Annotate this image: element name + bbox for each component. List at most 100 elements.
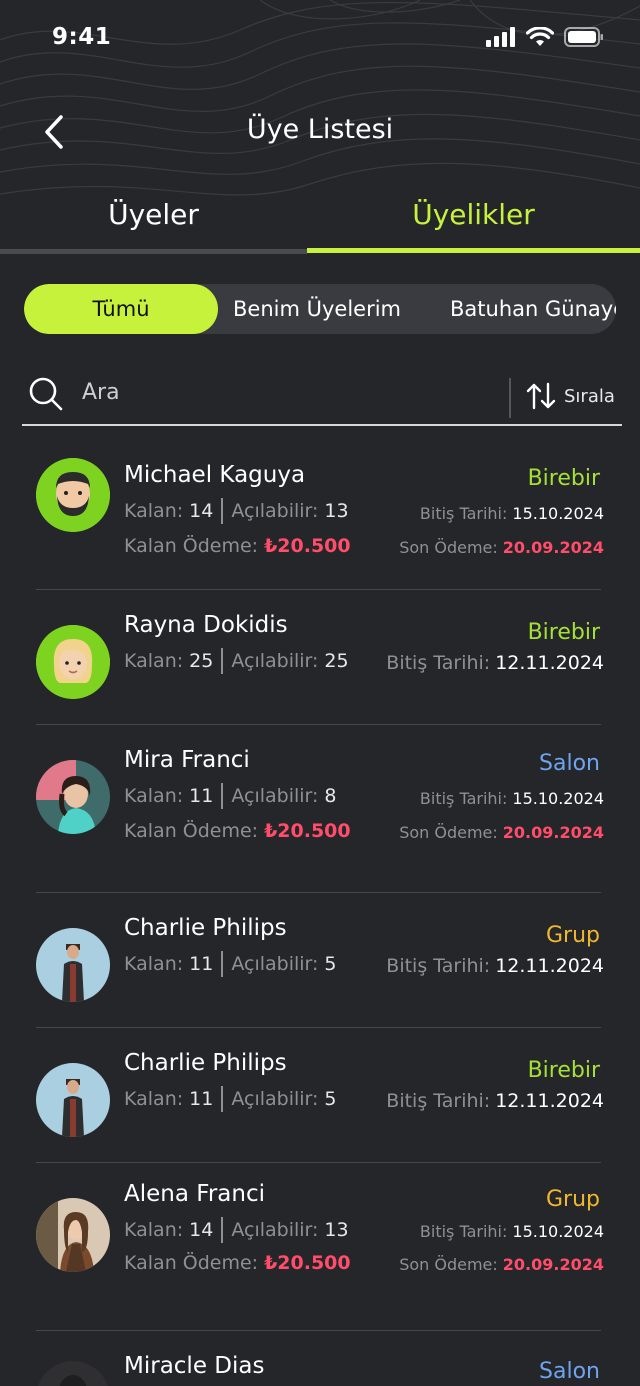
last-payment-value: 20.09.2024: [502, 538, 604, 557]
member-row[interactable]: Mira Franci Kalan: 11 Açılabilir: 8 Kala…: [0, 725, 640, 893]
tab-underline: [0, 249, 307, 254]
avatar: [36, 625, 110, 699]
member-row[interactable]: Charlie Philips Kalan: 11 Açılabilir: 5 …: [0, 1028, 640, 1163]
member-stats: Kalan: 11 Açılabilir: 5: [124, 951, 337, 977]
end-date-value: 12.11.2024: [495, 1090, 604, 1112]
member-name: Charlie Philips: [124, 1050, 287, 1076]
stat-separator: [221, 648, 224, 674]
avatar: [36, 1063, 110, 1137]
end-date-label: Bitiş Tarihi:: [419, 1222, 508, 1241]
avatar: [36, 458, 110, 532]
filter-trainer[interactable]: Batuhan Günaydın: [416, 284, 616, 334]
openable-label: Açılabilir:: [231, 500, 319, 522]
last-payment-value: 20.09.2024: [502, 823, 604, 842]
last-payment-label: Son Ödeme:: [399, 538, 498, 557]
status-time: 9:41: [52, 24, 112, 50]
membership-type: Birebir: [527, 466, 600, 491]
stat-separator: [221, 498, 224, 524]
filter-all[interactable]: Tümü: [24, 284, 218, 334]
avatar-photo-icon: [36, 760, 110, 834]
stat-separator: [221, 783, 224, 809]
member-row[interactable]: Rayna Dokidis Kalan: 25 Açılabilir: 25 B…: [0, 590, 640, 725]
member-name: Charlie Philips: [124, 915, 287, 941]
end-date-label: Bitiş Tarihi:: [419, 789, 508, 808]
page-title: Üye Listesi: [246, 114, 394, 145]
stat-separator: [221, 1086, 224, 1112]
end-date: Bitiş Tarihi: 15.10.2024: [420, 789, 604, 808]
member-row[interactable]: Michael Kaguya Kalan: 14 Açılabilir: 13 …: [0, 440, 640, 590]
member-stats: Kalan: 14 Açılabilir: 13: [124, 498, 349, 524]
remaining-payment: Kalan Ödeme: ₺20.500: [124, 820, 351, 842]
end-date-value: 15.10.2024: [512, 789, 604, 808]
stat-separator: [221, 951, 224, 977]
remaining-payment: Kalan Ödeme: ₺20.500: [124, 1252, 351, 1274]
status-bar: 9:41: [0, 0, 640, 76]
openable-value: 8: [324, 785, 337, 807]
tab-members[interactable]: Üyeler: [0, 190, 307, 256]
member-name: Miracle Dias: [124, 1353, 265, 1379]
member-row[interactable]: Miracle Dias Salon: [0, 1331, 640, 1386]
remaining-payment-label: Kalan Ödeme:: [124, 820, 259, 842]
sort-label: Sırala: [564, 385, 615, 407]
end-date: Bitiş Tarihi: 15.10.2024: [420, 504, 604, 523]
membership-type: Birebir: [527, 620, 600, 645]
avatar: [36, 1198, 110, 1272]
member-row[interactable]: Charlie Philips Kalan: 11 Açılabilir: 5 …: [0, 893, 640, 1028]
remaining-payment: Kalan Ödeme: ₺20.500: [124, 535, 351, 557]
remaining-payment-label: Kalan Ödeme:: [124, 535, 259, 557]
avatar-photo-icon: [36, 928, 110, 1002]
last-payment: Son Ödeme: 20.09.2024: [399, 823, 604, 842]
openable-label: Açılabilir:: [231, 1088, 319, 1110]
avatar-photo-icon: [36, 1063, 110, 1137]
remaining-value: 11: [189, 953, 214, 975]
last-payment: Son Ödeme: 20.09.2024: [399, 1255, 604, 1274]
remaining-value: 14: [189, 500, 214, 522]
search-icon: [29, 377, 63, 411]
filter-bar: Tümü Benim Üyelerim Batuhan Günaydın: [24, 284, 616, 334]
member-name: Alena Franci: [124, 1181, 265, 1207]
membership-type: Birebir: [527, 1058, 600, 1083]
end-date: Bitiş Tarihi: 12.11.2024: [386, 955, 604, 977]
avatar-emoji-woman-icon: [36, 625, 110, 699]
remaining-label: Kalan:: [124, 1088, 184, 1110]
end-date-value: 12.11.2024: [495, 955, 604, 977]
avatar-photo-icon: [36, 1198, 110, 1272]
remaining-label: Kalan:: [124, 785, 184, 807]
remaining-label: Kalan:: [124, 500, 184, 522]
remaining-value: 25: [189, 650, 214, 672]
member-stats: Kalan: 25 Açılabilir: 25: [124, 648, 349, 674]
wifi-icon: [526, 27, 554, 46]
avatar-photo-icon: [36, 1361, 110, 1386]
end-date: Bitiş Tarihi: 15.10.2024: [420, 1222, 604, 1241]
member-list: Michael Kaguya Kalan: 14 Açılabilir: 13 …: [0, 440, 640, 1386]
openable-value: 13: [324, 1219, 349, 1241]
search-input[interactable]: [82, 374, 482, 410]
openable-label: Açılabilir:: [231, 650, 319, 672]
openable-label: Açılabilir:: [231, 953, 319, 975]
tab-memberships[interactable]: Üyelikler: [307, 190, 640, 256]
member-stats: Kalan: 14 Açılabilir: 13: [124, 1217, 349, 1243]
avatar: [36, 1361, 110, 1386]
tab-active-indicator: [307, 248, 640, 253]
member-name: Mira Franci: [124, 747, 250, 773]
member-stats: Kalan: 11 Açılabilir: 8: [124, 783, 337, 809]
filter-my-members[interactable]: Benim Üyelerim: [218, 284, 416, 334]
sort-button[interactable]: Sırala: [526, 382, 615, 410]
openable-value: 13: [324, 500, 349, 522]
search-bar: Sırala: [22, 364, 622, 426]
member-row[interactable]: Alena Franci Kalan: 14 Açılabilir: 13 Ka…: [0, 1163, 640, 1331]
openable-label: Açılabilir:: [231, 785, 319, 807]
member-name: Rayna Dokidis: [124, 612, 288, 638]
end-date-label: Bitiş Tarihi:: [386, 955, 491, 977]
openable-value: 25: [324, 650, 349, 672]
remaining-label: Kalan:: [124, 1219, 184, 1241]
openable-value: 5: [324, 1088, 337, 1110]
last-payment-value: 20.09.2024: [502, 1255, 604, 1274]
end-date-label: Bitiş Tarihi:: [386, 1090, 491, 1112]
end-date-label: Bitiş Tarihi:: [386, 652, 491, 674]
search-divider: [509, 378, 511, 418]
membership-type: Salon: [539, 751, 600, 776]
signal-icon: [486, 27, 515, 47]
avatar: [36, 928, 110, 1002]
battery-icon: [564, 27, 603, 47]
